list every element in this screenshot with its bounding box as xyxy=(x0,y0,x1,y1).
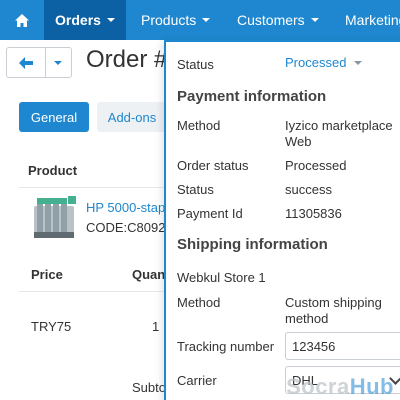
shipping-method-label: Method xyxy=(177,295,221,310)
status-label: Status xyxy=(177,57,214,72)
order-info-panel: Status Processed Payment information Met… xyxy=(164,40,400,400)
tab-general[interactable]: General xyxy=(19,102,89,132)
payment-section-title: Payment information xyxy=(177,88,327,105)
divider xyxy=(19,291,169,292)
back-dropdown-button[interactable] xyxy=(46,48,71,77)
chevron-down-icon xyxy=(310,18,319,22)
chevron-down-icon xyxy=(54,60,63,65)
payment-status-value: success xyxy=(285,182,332,197)
watermark-text-accent: Hub xyxy=(349,374,394,399)
nav-home[interactable] xyxy=(0,0,44,40)
nav-marketing-label: Marketing xyxy=(345,12,400,28)
nav-marketing[interactable]: Marketing xyxy=(345,0,400,40)
column-header-price: Price xyxy=(31,267,63,282)
order-status-value: Processed xyxy=(285,158,347,173)
payment-status-label: Status xyxy=(177,182,214,197)
tab-add-ons[interactable]: Add-ons xyxy=(97,102,167,132)
nav-orders[interactable]: Orders xyxy=(44,0,126,40)
payment-id-value: 11305836 xyxy=(285,206,342,221)
watermark-text: Socra xyxy=(286,374,350,399)
nav-customers[interactable]: Customers xyxy=(237,0,319,40)
column-header-product: Product xyxy=(28,163,78,178)
page-title: Order # xyxy=(86,46,168,73)
nav-products-label: Products xyxy=(141,12,197,28)
subtotal-label: Subto xyxy=(132,380,166,395)
tracking-number-input[interactable]: 123456 xyxy=(285,332,400,360)
nav-orders-label: Orders xyxy=(55,12,101,28)
shipping-section-title: Shipping information xyxy=(177,236,328,253)
shipping-store: Webkul Store 1 xyxy=(177,270,266,285)
product-quantity: 1 xyxy=(152,319,160,334)
back-button[interactable] xyxy=(7,48,46,77)
status-value: Processed xyxy=(285,55,347,70)
payment-method-value: Iyzico marketplace Web xyxy=(285,118,393,149)
carrier-label: Carrier xyxy=(177,373,217,388)
watermark-logo: SocraHub xyxy=(286,374,394,400)
payment-id-label: Payment Id xyxy=(177,206,243,221)
divider xyxy=(19,187,169,188)
status-dropdown[interactable]: Processed xyxy=(285,55,363,70)
product-price: TRY75 xyxy=(31,319,72,334)
nav-products[interactable]: Products xyxy=(141,0,211,40)
home-icon xyxy=(15,13,29,27)
nav-customers-label: Customers xyxy=(237,12,305,28)
tracking-number-label: Tracking number xyxy=(177,339,275,354)
arrow-left-icon xyxy=(18,56,33,69)
product-thumbnail[interactable] xyxy=(28,192,84,244)
shipping-method-value: Custom shipping method xyxy=(285,295,382,326)
top-nav: Orders Products Customers Marketing xyxy=(0,0,400,40)
product-code: CODE:C8092A xyxy=(86,220,175,235)
order-status-label: Order status xyxy=(177,158,249,173)
chevron-down-icon xyxy=(106,18,115,22)
back-button-group xyxy=(6,47,72,78)
payment-method-label: Method xyxy=(177,118,221,133)
chevron-down-icon xyxy=(354,60,363,65)
product-name-link[interactable]: HP 5000-stap xyxy=(86,200,165,215)
chevron-down-icon xyxy=(202,18,211,22)
